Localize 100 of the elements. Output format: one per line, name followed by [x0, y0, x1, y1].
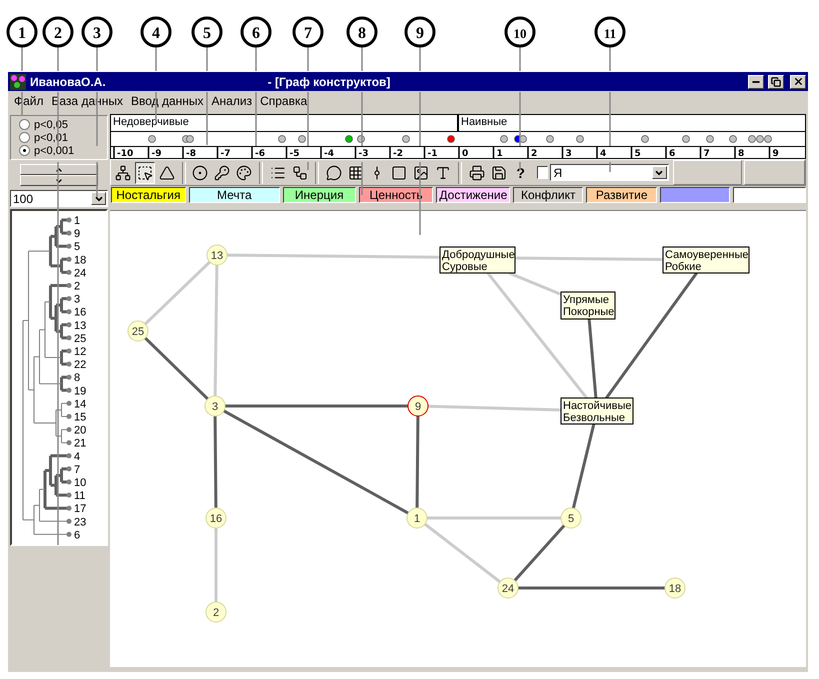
callout-marker: 2 [42, 16, 74, 48]
spin-up-button[interactable] [20, 164, 98, 175]
restore-button[interactable] [768, 74, 784, 88]
leaf-label: 21 [74, 438, 86, 450]
leaf-label: 23 [74, 516, 86, 528]
tick-label: 3 [566, 149, 572, 158]
category-tag[interactable]: Конфликт [513, 187, 584, 203]
category-tag[interactable]: Развитие [586, 187, 658, 203]
graph-node[interactable]: 24 [498, 578, 518, 598]
tick-label: 6 [669, 149, 676, 158]
leaf-label: 3 [74, 294, 80, 306]
tree-icon [114, 164, 131, 180]
tick-label: 0 [462, 149, 468, 158]
category-tag[interactable]: Ценность [358, 187, 434, 203]
checkbox[interactable] [536, 166, 548, 179]
dropdown-button[interactable] [91, 192, 106, 205]
triangle-icon [158, 164, 175, 180]
subject-select[interactable]: Я [550, 164, 669, 181]
leaf-dot [66, 335, 72, 340]
graph-node[interactable]: 25 [128, 320, 148, 342]
radio-label: p<0,001 [34, 144, 74, 156]
radio-label: p<0,01 [34, 132, 68, 144]
hierarchy-icon [292, 164, 308, 180]
category-tag[interactable] [733, 187, 806, 203]
leaf-label: 13 [74, 320, 86, 332]
leaf-label: 24 [74, 267, 86, 280]
dropdown-button[interactable] [652, 166, 667, 179]
menu-item[interactable]: Анализ [208, 94, 256, 108]
construct-label[interactable]: Упрямые Покорные [560, 292, 616, 320]
tick-label: -4 [324, 149, 334, 158]
leaf-dot [66, 453, 72, 458]
tick-label: 1 [496, 149, 503, 158]
palette-icon [236, 164, 252, 180]
leaf-label: 7 [74, 464, 80, 476]
font-icon [435, 164, 452, 180]
construct-label[interactable]: Добродушные Суровые [440, 246, 516, 274]
graph-node[interactable]: 18 [664, 578, 686, 598]
leaf-dot [66, 362, 72, 367]
square-icon [391, 164, 408, 180]
restore-icon [771, 76, 781, 86]
radio-button[interactable] [19, 119, 30, 130]
minimize-button[interactable] [748, 74, 764, 88]
tick-label: -5 [290, 149, 300, 158]
category-tag[interactable]: Мечта [188, 187, 280, 203]
leaf-dot [66, 427, 72, 432]
callout-marker: 4 [140, 16, 172, 48]
leaf-label: 9 [74, 228, 80, 240]
menu-item[interactable]: Файл [10, 94, 48, 108]
graph-node[interactable]: 9 [408, 396, 428, 416]
spin-down-button[interactable] [20, 175, 98, 186]
leaf-dot [66, 518, 72, 524]
leaf-label: 2 [74, 280, 80, 292]
callout-marker: 9 [404, 16, 436, 48]
graph-node[interactable]: 3 [204, 396, 226, 416]
graph-node[interactable]: 13 [206, 244, 228, 266]
tool-button[interactable] [134, 162, 155, 184]
leaf-dot [66, 270, 72, 275]
window-title: ИвановаО.А. [30, 74, 106, 88]
menu-item[interactable]: Справка [256, 94, 312, 108]
callout-marker: 1 [6, 16, 38, 48]
construct-label[interactable]: Самоуверенные Робкие [662, 246, 750, 274]
category-tag[interactable]: Инерция [282, 187, 356, 203]
callout-marker: 5 [192, 16, 222, 48]
leaf-label: 5 [74, 241, 80, 254]
tick-label: -3 [358, 149, 368, 158]
graph-node[interactable]: 16 [206, 508, 226, 528]
leaf-dot [66, 256, 72, 262]
leaf-label: 8 [74, 372, 80, 384]
tick-label: -9 [152, 149, 162, 158]
leaf-label: 11 [74, 490, 86, 502]
close-button[interactable] [790, 74, 806, 88]
callout-marker: 11 [594, 16, 626, 48]
category-tag[interactable]: Достижение [436, 187, 510, 203]
radio-button[interactable] [19, 145, 30, 156]
key-icon [214, 164, 230, 180]
leaf-dot [66, 283, 72, 288]
tick-label: -2 [393, 149, 403, 158]
construct-label[interactable]: Настойчивые Безвольные [560, 398, 634, 424]
graph-node[interactable]: 1 [406, 508, 428, 528]
tick-label: -7 [220, 149, 230, 158]
graph-node[interactable]: 2 [206, 602, 226, 622]
leaf-dot [66, 374, 72, 380]
leaf-dot [66, 348, 72, 354]
tick-label: 7 [704, 149, 710, 158]
select-value: Я [552, 166, 564, 180]
leaf-dot [66, 388, 72, 393]
zoom-select[interactable]: 100 [10, 190, 108, 207]
menu-item[interactable]: Ввод данных [127, 94, 208, 108]
category-tag[interactable]: Ностальгия [111, 187, 186, 203]
leaf-dot [66, 244, 72, 249]
app-icon [10, 74, 26, 90]
pole-label: Недоверчивые [110, 114, 458, 131]
radio-button[interactable] [19, 132, 30, 143]
save-icon [490, 164, 507, 180]
tick-label: 2 [531, 149, 538, 158]
tick-label: -8 [186, 149, 196, 158]
leaf-dot [66, 466, 72, 472]
graph-node[interactable]: 5 [560, 508, 582, 528]
picture-icon [413, 164, 430, 180]
category-tag[interactable] [660, 187, 730, 203]
